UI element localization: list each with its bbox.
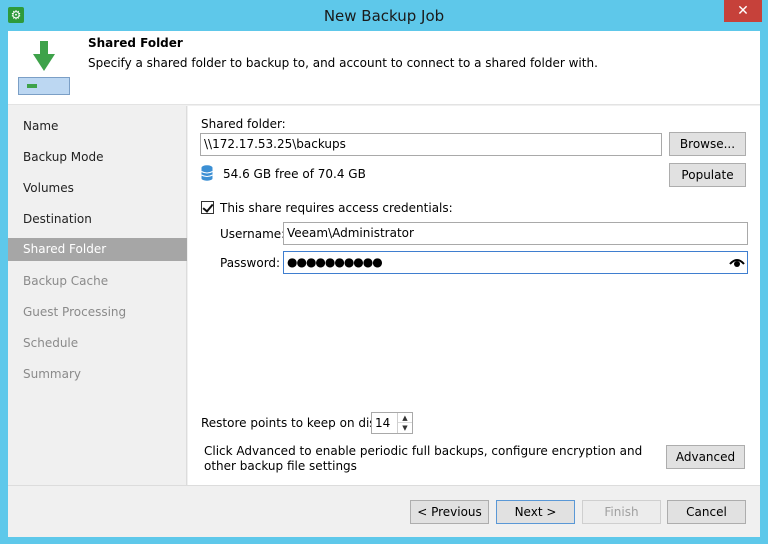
cancel-button[interactable]: Cancel <box>667 500 746 524</box>
sidebar-item-schedule: Schedule <box>23 336 79 350</box>
stepper-buttons: ▲ ▼ <box>397 413 412 433</box>
title-bar[interactable]: ⚙ New Backup Job ✕ <box>0 0 768 30</box>
database-icon <box>201 165 213 181</box>
sidebar-item-name[interactable]: Name <box>8 115 187 138</box>
increment-arrow-icon[interactable]: ▲ <box>398 413 412 423</box>
sidebar-item-backup-mode[interactable]: Backup Mode <box>8 146 187 169</box>
sidebar-item-summary: Summary <box>23 367 81 381</box>
wizard-steps-sidebar: Name Backup Mode Volumes Destination Sha… <box>8 106 187 485</box>
sidebar-item-volumes[interactable]: Volumes <box>8 177 187 200</box>
password-input[interactable]: ●●●●●●●●●● <box>283 251 748 274</box>
wizard-footer: < Previous Next > Finish Cancel <box>8 485 760 537</box>
finish-button: Finish <box>582 500 661 524</box>
next-button[interactable]: Next > <box>496 500 575 524</box>
decrement-arrow-icon[interactable]: ▼ <box>398 423 412 433</box>
username-input[interactable]: Veeam\Administrator <box>283 222 748 245</box>
shared-folder-input[interactable]: \\172.17.53.25\backups <box>200 133 662 156</box>
show-password-eye-icon[interactable] <box>729 258 745 268</box>
free-space-text: 54.6 GB free of 70.4 GB <box>223 167 366 181</box>
window-title: New Backup Job <box>323 7 445 25</box>
password-label: Password: <box>220 256 281 270</box>
sidebar-item-guest-processing: Guest Processing <box>23 305 127 319</box>
advanced-button[interactable]: Advanced <box>666 445 745 469</box>
restore-points-label: Restore points to keep on disk: <box>201 416 387 430</box>
download-arrow-icon <box>33 41 55 71</box>
shared-folder-label: Shared folder: <box>201 117 286 131</box>
dialog-client-area: Shared Folder Specify a shared folder to… <box>8 31 760 537</box>
storage-box-icon <box>18 77 70 95</box>
sidebar-item-backup-cache: Backup Cache <box>23 274 109 288</box>
page-description: Specify a shared folder to backup to, an… <box>88 56 598 70</box>
previous-button[interactable]: < Previous <box>410 500 489 524</box>
restore-points-value[interactable]: 14 <box>375 416 390 430</box>
sidebar-item-destination[interactable]: Destination <box>8 208 187 231</box>
wizard-header: Shared Folder Specify a shared folder to… <box>8 31 760 105</box>
close-button[interactable]: ✕ <box>724 0 762 22</box>
restore-points-stepper[interactable]: 14 ▲ ▼ <box>371 412 413 434</box>
populate-button[interactable]: Populate <box>669 163 746 187</box>
advanced-description: Click Advanced to enable periodic full b… <box>204 444 643 473</box>
shared-folder-panel: Shared folder: \\172.17.53.25\backups Br… <box>188 106 760 485</box>
access-credentials-checkbox[interactable] <box>201 201 214 214</box>
backup-job-window: ⚙ New Backup Job ✕ Shared Folder Specify… <box>0 0 768 544</box>
page-title: Shared Folder <box>88 36 183 50</box>
shared-folder-icon <box>16 41 72 95</box>
access-credentials-label: This share requires access credentials: <box>220 201 453 215</box>
browse-button[interactable]: Browse... <box>669 132 746 156</box>
username-label: Username: <box>220 227 286 241</box>
sidebar-item-shared-folder[interactable]: Shared Folder <box>8 238 187 261</box>
